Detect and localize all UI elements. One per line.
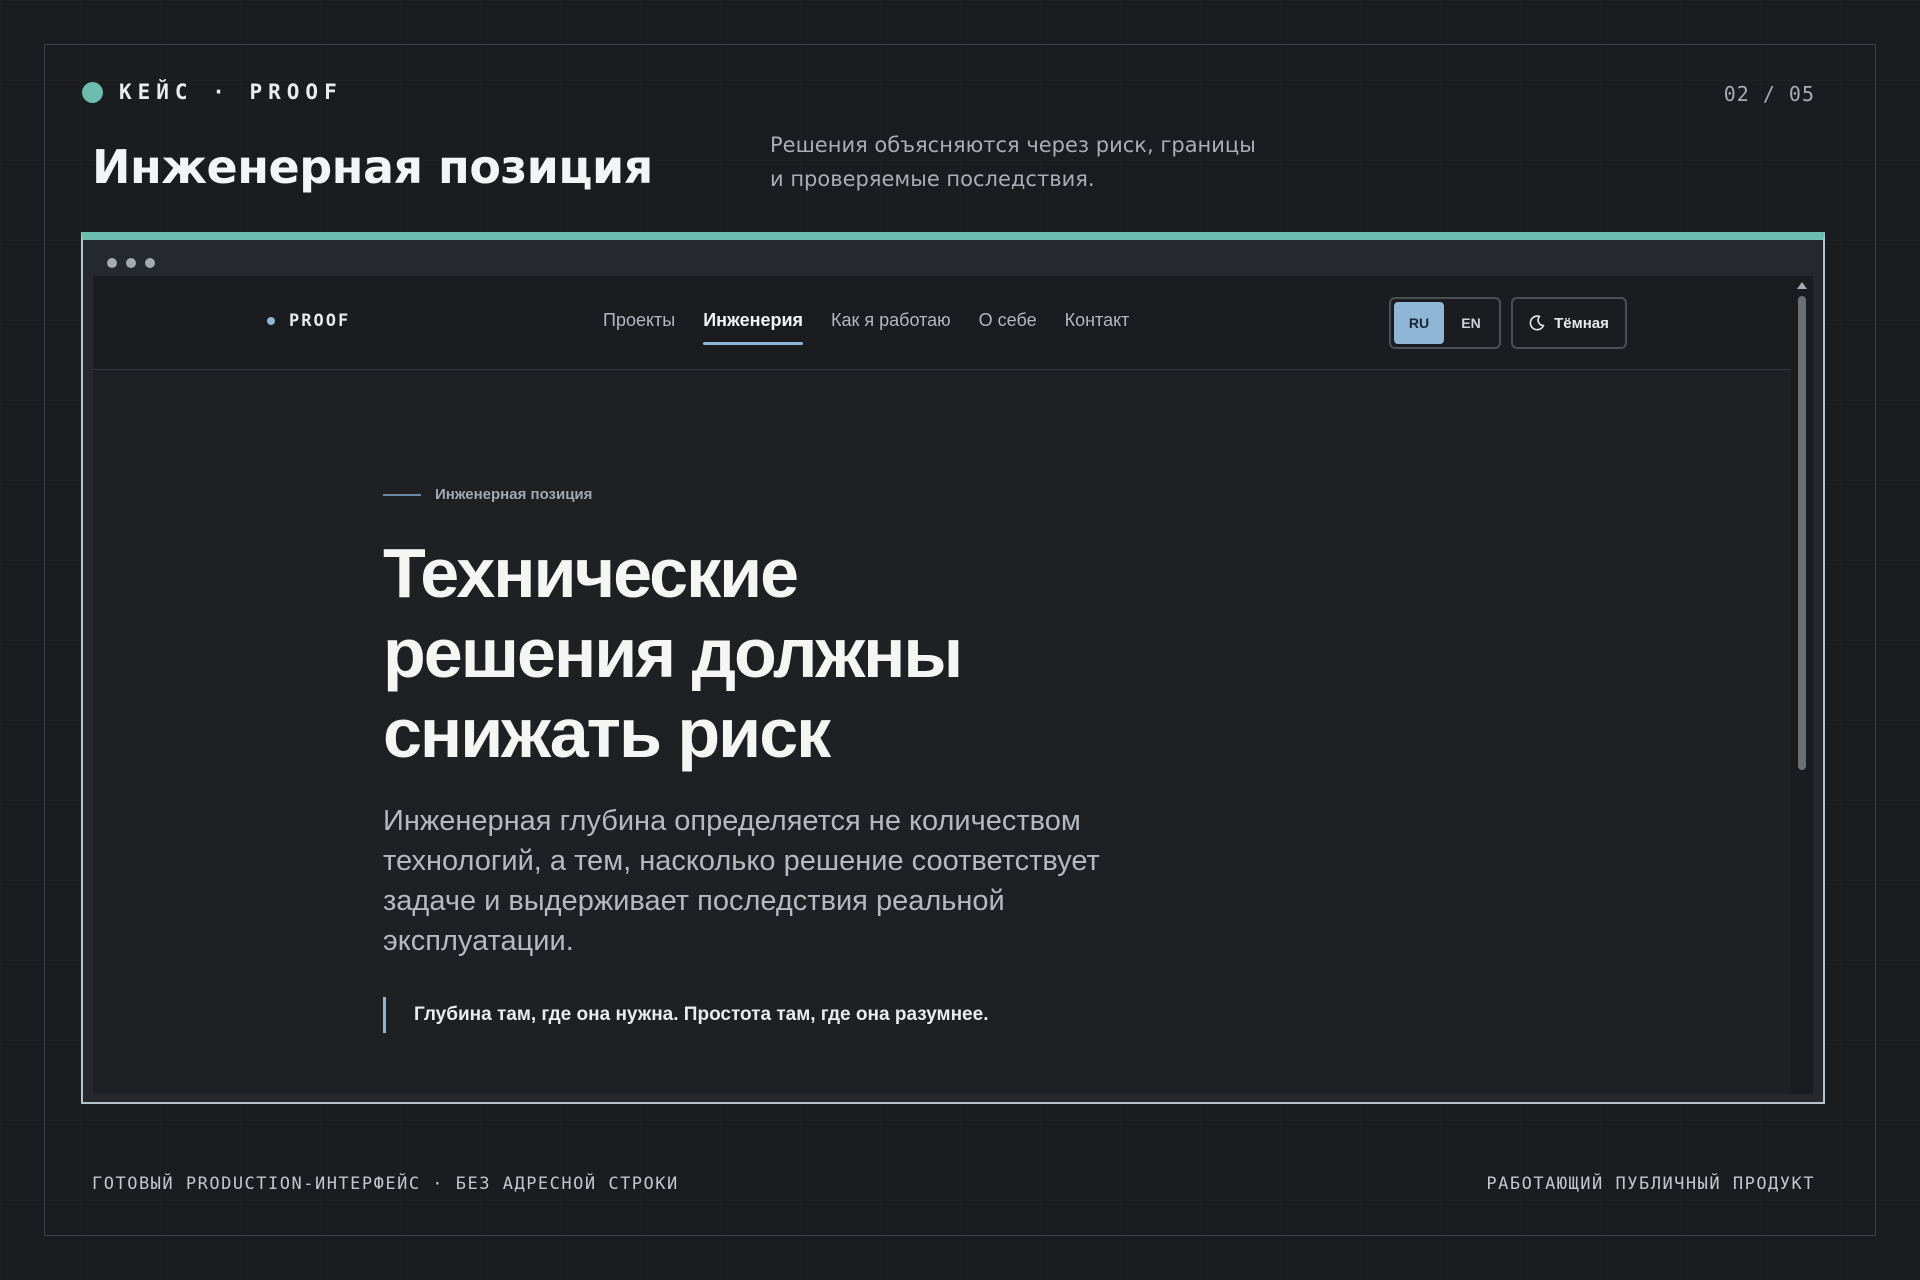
moon-icon <box>1529 315 1545 331</box>
hero-eyebrow: Инженерная позиция <box>383 486 1283 503</box>
nav-link-how-i-work[interactable]: Как я работаю <box>831 310 951 345</box>
site-header: PROOF Проекты Инженерия Как я работаю О … <box>93 276 1803 370</box>
slide-kicker: КЕЙС · PROOF <box>82 80 343 104</box>
nav-link-projects[interactable]: Проекты <box>603 310 675 345</box>
hero-lead: Инженерная глубина определяется не колич… <box>383 805 1100 957</box>
hero-section: Инженерная позиция Технические решения д… <box>383 486 1283 1033</box>
window-controls <box>107 258 155 268</box>
window-dot-icon[interactable] <box>126 258 136 268</box>
nav-link-engineering[interactable]: Инженерия <box>703 310 803 345</box>
slide-title: Инженерная позиция <box>92 140 653 194</box>
eyebrow-line <box>383 493 421 496</box>
window-dot-icon[interactable] <box>145 258 155 268</box>
slide-footer-right: РАБОТАЮЩИЙ ПУБЛИЧНЫЙ ПРОДУКТ <box>1486 1174 1815 1194</box>
window-dot-icon[interactable] <box>107 258 117 268</box>
logo-dot-icon <box>267 317 275 325</box>
hero-heading: Технические решения должны снижать риск <box>383 534 963 772</box>
site-logo[interactable]: PROOF <box>267 311 350 331</box>
language-switcher: RU EN <box>1389 297 1501 349</box>
kicker-text: КЕЙС · PROOF <box>119 80 343 104</box>
slide-footer-left: ГОТОВЫЙ PRODUCTION-ИНТЕРФЕЙС · БЕЗ АДРЕС… <box>92 1174 679 1194</box>
hero-quote: Глубина там, где она нужна. Простота там… <box>383 997 1283 1033</box>
lang-ru-button[interactable]: RU <box>1394 302 1444 344</box>
browser-window: PROOF Проекты Инженерия Как я работаю О … <box>81 232 1825 1104</box>
kicker-dot-icon <box>82 81 103 103</box>
page-scrollbar[interactable] <box>1791 276 1813 1094</box>
theme-toggle-button[interactable]: Тёмная <box>1511 297 1627 349</box>
browser-viewport: PROOF Проекты Инженерия Как я работаю О … <box>93 276 1813 1094</box>
nav-link-about[interactable]: О себе <box>979 310 1037 345</box>
slide-subtitle-line: и проверяемые последствия. <box>770 167 1095 191</box>
main-nav: Проекты Инженерия Как я работаю О себе К… <box>603 310 1129 345</box>
eyebrow-text: Инженерная позиция <box>435 486 593 503</box>
scroll-up-arrow-icon[interactable] <box>1797 282 1807 289</box>
slide-subtitle-line: Решения объясняются через риск, границы <box>770 133 1256 157</box>
scroll-thumb[interactable] <box>1798 296 1806 770</box>
nav-link-contact[interactable]: Контакт <box>1065 310 1130 345</box>
slide-subtitle: Решения объясняются через риск, границы … <box>770 128 1290 196</box>
slide-counter: 02 / 05 <box>1723 82 1815 106</box>
logo-text: PROOF <box>289 311 351 331</box>
lang-en-button[interactable]: EN <box>1446 302 1496 344</box>
theme-toggle-label: Тёмная <box>1554 314 1609 332</box>
